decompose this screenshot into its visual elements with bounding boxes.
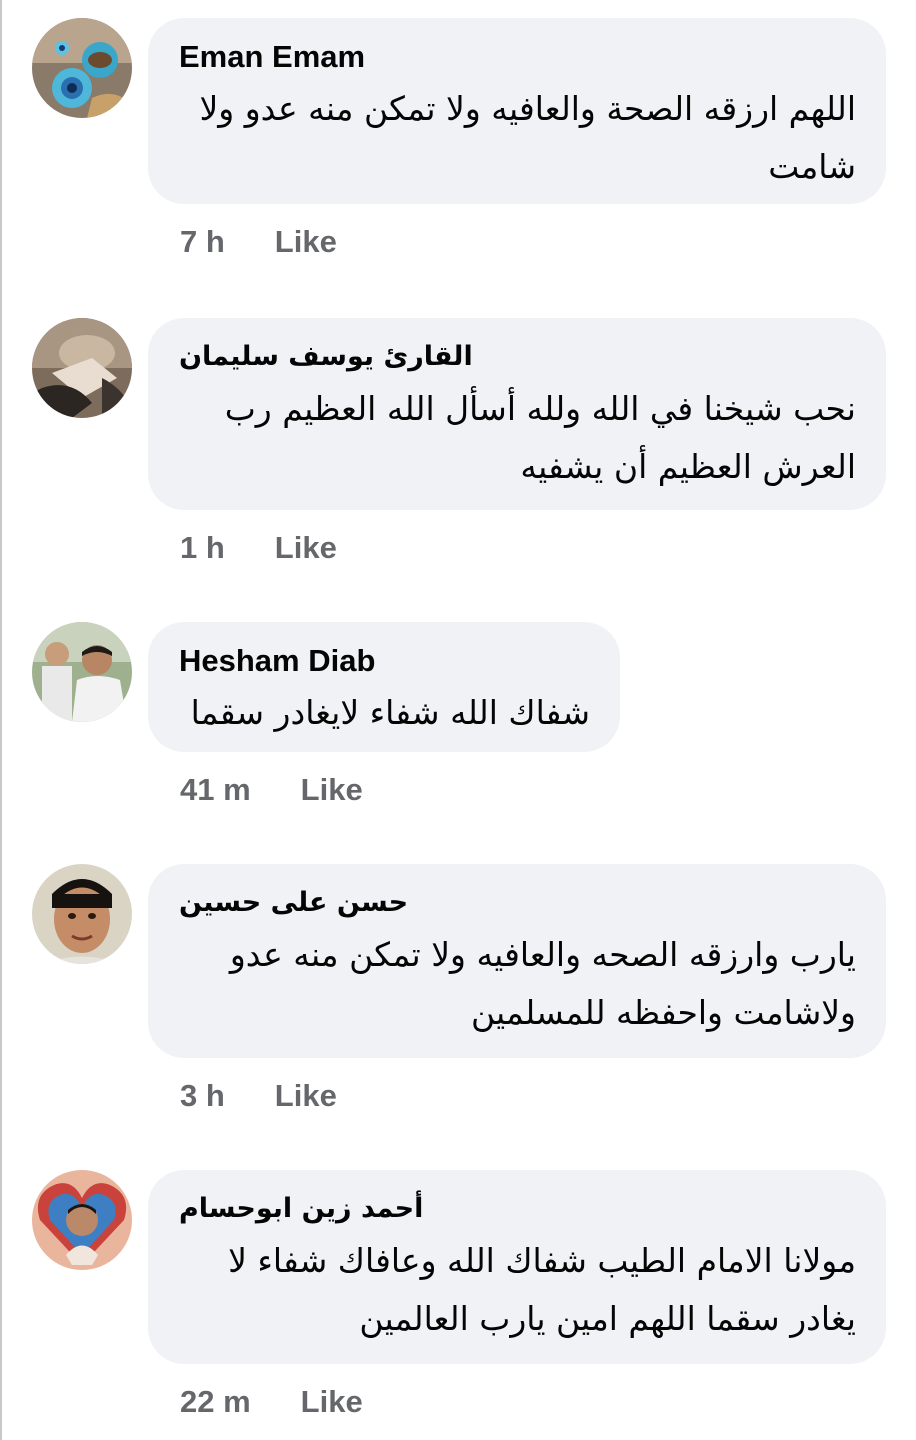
avatar[interactable] — [32, 864, 132, 964]
comment-meta: 41 m Like — [180, 772, 363, 808]
comment-author[interactable]: أحمد زين ابوحسام — [179, 1190, 423, 1228]
comment-text: اللهم ارزقه الصحة والعافيه ولا تمكن منه … — [199, 89, 856, 186]
comment-time[interactable]: 1 h — [180, 530, 225, 565]
avatar[interactable] — [32, 622, 132, 722]
like-button[interactable]: Like — [301, 772, 363, 807]
avatar[interactable] — [32, 1170, 132, 1270]
comment-time[interactable]: 7 h — [180, 224, 225, 259]
comment-bubble: القارئ يوسف سليمان نحب شيخنا في الله ولل… — [148, 318, 886, 510]
comment-text: نحب شيخنا في الله ولله أسأل الله العظيم … — [224, 389, 856, 486]
comment-bubble: حسن على حسين يارب وارزقه الصحه والعافيه … — [148, 864, 886, 1058]
avatar-image — [32, 864, 132, 964]
comment-time[interactable]: 22 m — [180, 1384, 251, 1419]
comment-author[interactable]: القارئ يوسف سليمان — [179, 338, 473, 376]
comment-text: شفاك الله شفاء لايغادر سقما — [190, 693, 590, 732]
comment-meta: 3 h Like — [180, 1078, 337, 1114]
comment-author[interactable]: Eman Emam — [179, 38, 856, 76]
avatar-image — [32, 318, 132, 418]
screen-edge — [0, 0, 2, 1440]
avatar-image — [32, 622, 132, 722]
like-button[interactable]: Like — [301, 1384, 363, 1419]
avatar[interactable] — [32, 18, 132, 118]
comment-bubble: Hesham Diab شفاك الله شفاء لايغادر سقما — [148, 622, 620, 752]
comment-text: يارب وارزقه الصحه والعافيه ولا تمكن منه … — [229, 935, 856, 1032]
comment-text: مولانا الامام الطيب شفاك الله وعافاك شفا… — [228, 1241, 856, 1338]
comment-time[interactable]: 3 h — [180, 1078, 225, 1113]
comment-author[interactable]: Hesham Diab — [179, 642, 590, 680]
comment-meta: 22 m Like — [180, 1384, 363, 1420]
comment-author[interactable]: حسن على حسين — [179, 884, 408, 922]
comment-time[interactable]: 41 m — [180, 772, 251, 807]
like-button[interactable]: Like — [275, 224, 337, 259]
comment-bubble: Eman Emam اللهم ارزقه الصحة والعافيه ولا… — [148, 18, 886, 204]
like-button[interactable]: Like — [275, 530, 337, 565]
avatar-image — [32, 1170, 132, 1270]
like-button[interactable]: Like — [275, 1078, 337, 1113]
comment-meta: 1 h Like — [180, 530, 337, 566]
avatar-image — [32, 18, 132, 118]
avatar[interactable] — [32, 318, 132, 418]
comment-bubble: أحمد زين ابوحسام مولانا الامام الطيب شفا… — [148, 1170, 886, 1364]
comment-meta: 7 h Like — [180, 224, 337, 260]
